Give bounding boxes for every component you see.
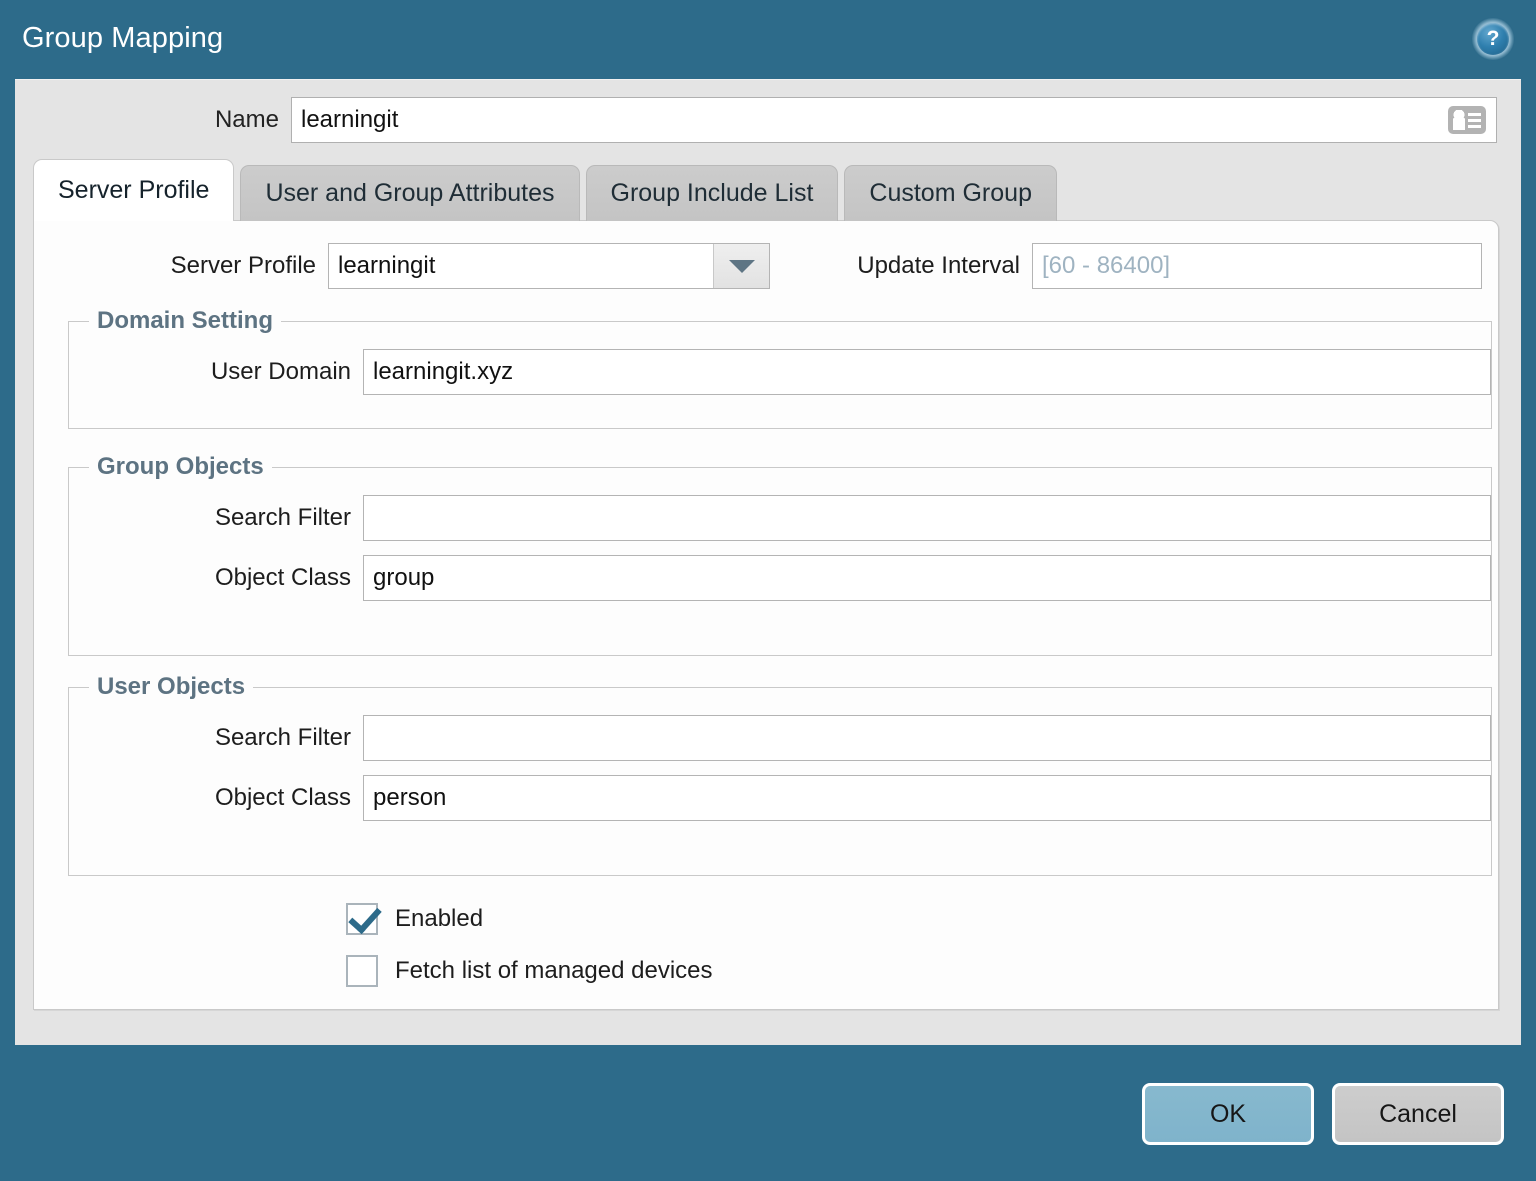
user-search-filter-label: Search Filter [214, 724, 351, 751]
options-checkbox-list: Enabled Fetch list of managed devices [346, 893, 713, 997]
group-search-filter-row: Search Filter [69, 495, 1491, 541]
server-profile-select[interactable] [328, 243, 770, 289]
user-search-filter-input[interactable] [363, 715, 1491, 761]
cancel-button-label: Cancel [1379, 1099, 1457, 1128]
update-interval-input[interactable] [1032, 243, 1482, 289]
server-profile-input[interactable] [329, 244, 713, 288]
user-domain-label: User Domain [210, 358, 351, 385]
id-card-icon[interactable] [1448, 106, 1486, 134]
domain-setting-group: Domain Setting User Domain [68, 307, 1492, 429]
server-profile-row: Server Profile Update Interval [34, 243, 1498, 289]
group-objects-group: Group Objects Search Filter Object Class [68, 453, 1492, 656]
tab-server-profile[interactable]: Server Profile [33, 159, 235, 221]
enabled-checkbox-row[interactable]: Enabled [346, 893, 713, 945]
name-row: Name [15, 97, 1497, 143]
id-card-avatar-icon [1453, 110, 1465, 130]
user-object-class-row: Object Class [69, 775, 1491, 821]
caret-glyph [728, 259, 755, 273]
enabled-checkbox[interactable] [346, 903, 378, 935]
dialog-footer: OK Cancel [0, 1068, 1536, 1160]
fetch-managed-devices-checkbox-row[interactable]: Fetch list of managed devices [346, 945, 713, 997]
dialog-body-panel: Name Server Profile User and Group Attri… [15, 79, 1521, 1045]
domain-setting-legend: Domain Setting [97, 307, 274, 334]
tab-label: Custom Group [869, 179, 1032, 207]
dialog-title: Group Mapping [22, 22, 224, 54]
group-objects-legend: Group Objects [97, 453, 264, 480]
tab-panel-server-profile: Server Profile Update Interval Domain Se… [33, 220, 1499, 1010]
cancel-button[interactable]: Cancel [1332, 1083, 1504, 1145]
chevron-down-icon[interactable] [713, 244, 769, 288]
group-object-class-label: Object Class [214, 564, 351, 591]
group-object-class-input[interactable] [363, 555, 1491, 601]
name-label: Name [214, 106, 279, 133]
group-mapping-dialog: Group Mapping ? Name Server Profile User… [0, 0, 1536, 1181]
id-card-lines-icon [1468, 112, 1481, 128]
group-object-class-row: Object Class [69, 555, 1491, 601]
server-profile-label: Server Profile [170, 252, 316, 279]
tab-label: Server Profile [58, 176, 210, 204]
name-field-wrapper [291, 97, 1497, 143]
fetch-managed-devices-checkbox[interactable] [346, 955, 378, 987]
user-object-class-label: Object Class [214, 784, 351, 811]
enabled-checkbox-label: Enabled [395, 905, 484, 932]
tab-group-include-list[interactable]: Group Include List [585, 165, 839, 221]
tab-custom-group[interactable]: Custom Group [844, 165, 1057, 221]
tab-label: Group Include List [610, 179, 814, 207]
user-domain-input[interactable] [363, 349, 1491, 395]
help-circle-icon[interactable]: ? [1472, 18, 1514, 60]
name-input[interactable] [292, 98, 1436, 142]
ok-button[interactable]: OK [1142, 1083, 1314, 1145]
user-domain-row: User Domain [69, 349, 1491, 395]
user-object-class-input[interactable] [363, 775, 1491, 821]
tab-label: User and Group Attributes [265, 179, 555, 207]
fetch-managed-devices-checkbox-label: Fetch list of managed devices [395, 957, 713, 984]
user-objects-legend: User Objects [97, 673, 246, 700]
help-glyph: ? [1477, 23, 1509, 55]
group-search-filter-label: Search Filter [214, 504, 351, 531]
group-search-filter-input[interactable] [363, 495, 1491, 541]
tab-user-and-group-attributes[interactable]: User and Group Attributes [240, 165, 580, 221]
update-interval-label: Update Interval [857, 252, 1020, 279]
user-search-filter-row: Search Filter [69, 715, 1491, 761]
user-objects-group: User Objects Search Filter Object Class [68, 673, 1492, 876]
ok-button-label: OK [1209, 1099, 1247, 1128]
tab-bar: Server Profile User and Group Attributes… [33, 159, 1057, 221]
